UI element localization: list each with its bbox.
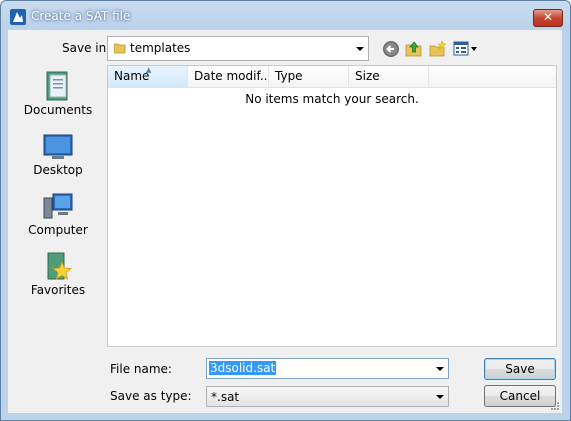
place-label: Desktop xyxy=(33,163,83,177)
column-header-type[interactable]: Type xyxy=(269,66,349,87)
chevron-down-icon[interactable] xyxy=(436,395,444,399)
column-label: Name xyxy=(114,69,150,83)
place-label: Favorites xyxy=(30,283,86,297)
column-header-size[interactable]: Size xyxy=(349,66,429,87)
new-folder-icon[interactable] xyxy=(429,40,447,58)
file-list-header: ▲ Name Date modif... Type Size xyxy=(108,66,556,88)
column-label: Date modif... xyxy=(194,69,269,83)
back-icon[interactable] xyxy=(382,40,400,58)
column-label: Type xyxy=(275,69,303,83)
chevron-down-icon[interactable] xyxy=(436,367,444,371)
place-desktop[interactable]: Desktop xyxy=(15,130,101,186)
save-in-label: Save in: xyxy=(62,41,111,55)
file-name-input[interactable]: 3dsolid.sat xyxy=(206,358,449,379)
place-computer[interactable]: Computer xyxy=(15,190,101,246)
file-list[interactable]: ▲ Name Date modif... Type Size No items … xyxy=(107,65,557,347)
chevron-down-icon[interactable] xyxy=(356,47,364,51)
file-name-label: File name: xyxy=(110,362,172,376)
places-bar: Documents Desktop Computer Favorites xyxy=(15,66,105,346)
dialog-body: Save in: templates Documents Desktop Com… xyxy=(8,30,562,413)
save-in-value: templates xyxy=(130,41,191,55)
place-favorites[interactable]: Favorites xyxy=(15,250,101,306)
save-dialog-window: Create a SAT file ✕ Save in: templates D… xyxy=(0,0,571,421)
save-button[interactable]: Save xyxy=(484,358,556,380)
column-header-date-modified[interactable]: Date modif... xyxy=(188,66,269,87)
sort-ascending-icon: ▲ xyxy=(146,66,152,74)
close-button[interactable]: ✕ xyxy=(533,9,563,27)
save-as-type-label: Save as type: xyxy=(110,389,192,403)
desktop-icon xyxy=(43,134,73,159)
app-logo-icon xyxy=(10,9,26,25)
views-menu-icon[interactable] xyxy=(453,40,479,58)
documents-icon xyxy=(46,71,68,101)
place-documents[interactable]: Documents xyxy=(15,70,101,126)
save-in-dropdown[interactable]: templates xyxy=(107,36,369,61)
save-as-type-dropdown[interactable]: *.sat xyxy=(206,386,449,407)
up-folder-icon[interactable] xyxy=(405,40,423,58)
place-label: Computer xyxy=(28,223,88,237)
column-label: Size xyxy=(355,69,380,83)
file-name-value: 3dsolid.sat xyxy=(209,361,277,375)
column-header-name[interactable]: ▲ Name xyxy=(108,66,188,87)
empty-message: No items match your search. xyxy=(245,92,419,106)
favorites-icon xyxy=(47,252,73,280)
save-as-type-value: *.sat xyxy=(211,390,240,404)
window-title: Create a SAT file xyxy=(31,9,131,23)
title-bar[interactable]: Create a SAT file ✕ xyxy=(1,1,570,29)
cancel-button[interactable]: Cancel xyxy=(484,385,556,407)
folder-icon xyxy=(114,43,126,54)
place-label: Documents xyxy=(23,103,93,117)
resize-grip-icon[interactable] xyxy=(550,401,560,411)
computer-icon xyxy=(43,193,73,219)
